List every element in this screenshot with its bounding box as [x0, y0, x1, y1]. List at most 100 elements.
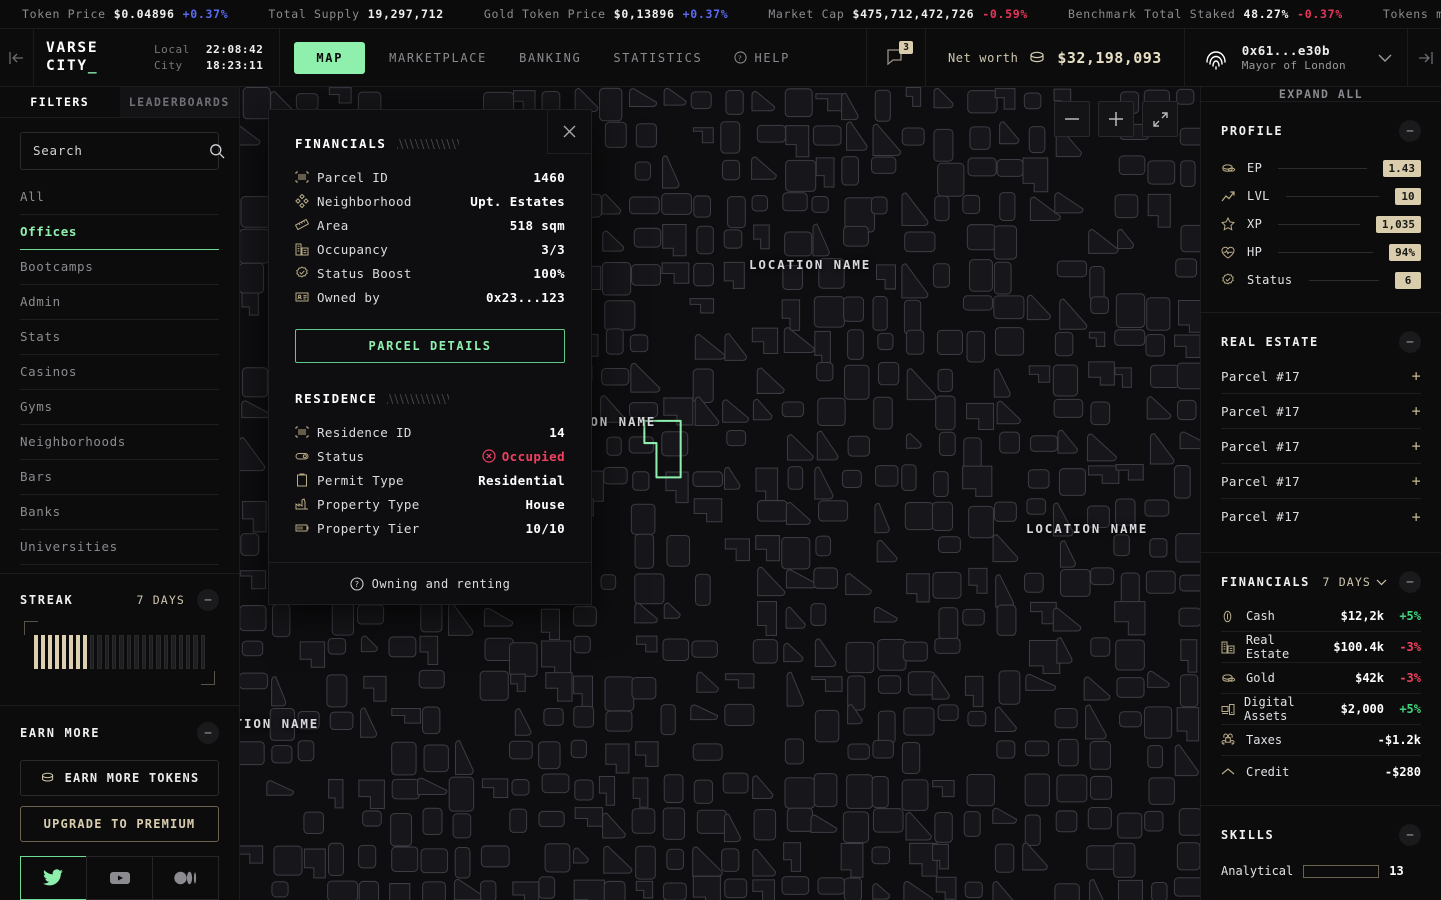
chevron-up-icon — [1221, 767, 1237, 777]
ticker-change: +0.37% — [682, 7, 729, 21]
owning-renting-link[interactable]: ? Owning and renting — [269, 562, 591, 604]
earn-more-tokens-button[interactable]: EARN MORE TOKENS — [20, 760, 219, 796]
real-estate-item[interactable]: Parcel #17 + — [1221, 499, 1421, 534]
info-row: Status Boost 100% — [295, 261, 565, 285]
search-input[interactable] — [33, 143, 201, 159]
user-address: 0x61...e30b — [1241, 43, 1330, 58]
ticker-label: Market Cap — [768, 7, 845, 21]
city-map[interactable]: LOCATION NAMELOCATION NAMELOCATION NAMEL… — [240, 87, 1200, 900]
filter-item-all[interactable]: All — [20, 180, 219, 215]
real-estate-title: REAL ESTATE — [1221, 335, 1319, 349]
filter-item-offices[interactable]: Offices — [20, 215, 219, 250]
financial-row-amount: $2,000 — [1340, 702, 1384, 716]
plus-icon[interactable]: + — [1412, 508, 1421, 526]
nav-item-marketplace[interactable]: MARKETPLACE — [373, 42, 503, 74]
info-row: Neighborhood Upt. Estates — [295, 189, 565, 213]
tier-icon — [295, 521, 317, 535]
building-icon — [295, 242, 317, 256]
real-estate-item[interactable]: Parcel #17 + — [1221, 464, 1421, 499]
info-row-key: Occupancy — [317, 241, 389, 257]
avatar — [1201, 43, 1231, 73]
brand-logo[interactable]: VARSE CITY_ — [34, 29, 130, 86]
financial-row-amount: $100.4k — [1333, 640, 1384, 654]
nav-item-label: MARKETPLACE — [389, 50, 488, 65]
ticker-value: $475,712,472,726 — [852, 7, 975, 21]
zoom-in-button[interactable] — [1098, 101, 1134, 137]
chevron-down-icon[interactable] — [1377, 53, 1393, 63]
filter-item-neighborhoods[interactable]: Neighborhoods — [20, 425, 219, 460]
search-icon[interactable] — [209, 143, 225, 159]
streak-bar — [68, 635, 73, 670]
net-worth-label: Net worth — [947, 50, 1019, 65]
parcel-details-button[interactable]: PARCEL DETAILS — [295, 329, 565, 363]
filter-item-casinos[interactable]: Casinos — [20, 355, 219, 390]
expand-right-icon[interactable] — [1407, 29, 1441, 86]
info-row-key: Area — [317, 217, 349, 233]
chat-badge: 3 — [899, 41, 913, 55]
youtube-icon[interactable] — [86, 856, 153, 900]
financial-row-label: Cash — [1246, 609, 1275, 623]
plus-icon[interactable]: + — [1412, 402, 1421, 420]
ticker-item: Tokens minted in last block 2 — [1383, 7, 1441, 21]
plus-icon[interactable]: + — [1412, 437, 1421, 455]
tab-filters[interactable]: FILTERS — [0, 87, 120, 117]
info-row-key: Residence ID — [317, 424, 412, 440]
streak-bar — [156, 635, 161, 670]
financials-collapse-button[interactable]: − — [1399, 571, 1421, 593]
fullscreen-button[interactable] — [1142, 101, 1178, 137]
plus-icon[interactable]: + — [1412, 472, 1421, 490]
filter-item-universities[interactable]: Universities — [20, 530, 219, 565]
ticker-change: +0.37% — [182, 7, 229, 21]
modal-residence-rows: Residence ID 14 Status Occupied Permit T… — [269, 406, 591, 540]
filter-item-banks[interactable]: Banks — [20, 495, 219, 530]
tab-label: FILTERS — [30, 94, 90, 109]
streak-bar — [89, 635, 95, 670]
plus-icon[interactable]: + — [1412, 367, 1421, 385]
help-circle-icon: ? — [350, 576, 364, 591]
financial-row: Cash $12,2k +5% — [1221, 601, 1421, 632]
filter-item-admin[interactable]: Admin — [20, 285, 219, 320]
profile-stats: EP 1.43 LVL 10 XP 1,035 HP 94% Status 6 — [1221, 154, 1421, 294]
real-estate-item[interactable]: Parcel #17 + — [1221, 429, 1421, 464]
twitter-icon[interactable] — [20, 856, 87, 900]
brand-cursor: _ — [87, 57, 99, 74]
close-icon[interactable] — [547, 110, 591, 154]
ticker-label: Gold Token Price — [483, 7, 606, 21]
streak-collapse-button[interactable]: − — [197, 589, 219, 612]
real-estate-item[interactable]: Parcel #17 + — [1221, 359, 1421, 394]
parcel-info-modal: FINANCIALS Parcel ID 1460 Neighborhood U… — [268, 109, 592, 605]
search-box[interactable] — [20, 131, 225, 170]
real-estate-collapse-button[interactable]: − — [1399, 331, 1421, 353]
financials-period[interactable]: 7 DAYS — [1323, 575, 1387, 589]
upgrade-premium-button[interactable]: UPGRADE TO PREMIUM — [20, 806, 219, 842]
tab-leaderboards[interactable]: LEADERBOARDS — [119, 87, 239, 117]
financial-row-label: Gold — [1246, 671, 1275, 685]
nav-item-map[interactable]: MAP — [294, 41, 366, 74]
streak-bar — [54, 635, 59, 670]
nav-item-help[interactable]: ? HELP — [718, 42, 806, 74]
chat-button[interactable]: 3 — [865, 29, 926, 86]
filter-item-bootcamps[interactable]: Bootcamps — [20, 250, 219, 285]
nav-item-banking[interactable]: BANKING — [503, 42, 597, 74]
streak-bar — [82, 635, 87, 670]
skills-collapse-button[interactable]: − — [1399, 824, 1421, 846]
collapse-left-icon[interactable] — [0, 29, 34, 86]
filter-item-bars[interactable]: Bars — [20, 460, 219, 495]
ticker-value: 48.27% — [1243, 7, 1290, 21]
user-menu[interactable]: 0x61...e30b Mayor of London — [1185, 29, 1407, 86]
expand-all-button[interactable]: EXPAND ALL — [1201, 87, 1441, 102]
toggle-icon — [295, 449, 317, 463]
profile-collapse-button[interactable]: − — [1399, 120, 1421, 142]
filter-item-gyms[interactable]: Gyms — [20, 390, 219, 425]
leader-dots — [1278, 251, 1374, 253]
medium-icon[interactable] — [152, 856, 219, 900]
tab-label: LEADERBOARDS — [128, 94, 230, 109]
filter-item-stats[interactable]: Stats — [20, 320, 219, 355]
real-estate-item[interactable]: Parcel #17 + — [1221, 394, 1421, 429]
profile-stat-value: 6 — [1395, 271, 1421, 289]
info-row-value: House — [525, 496, 565, 512]
zoom-out-button[interactable] — [1054, 101, 1090, 137]
earn-more-collapse-button[interactable]: − — [197, 722, 219, 744]
nav-item-statistics[interactable]: STATISTICS — [597, 42, 718, 74]
streak-bar — [47, 635, 52, 670]
